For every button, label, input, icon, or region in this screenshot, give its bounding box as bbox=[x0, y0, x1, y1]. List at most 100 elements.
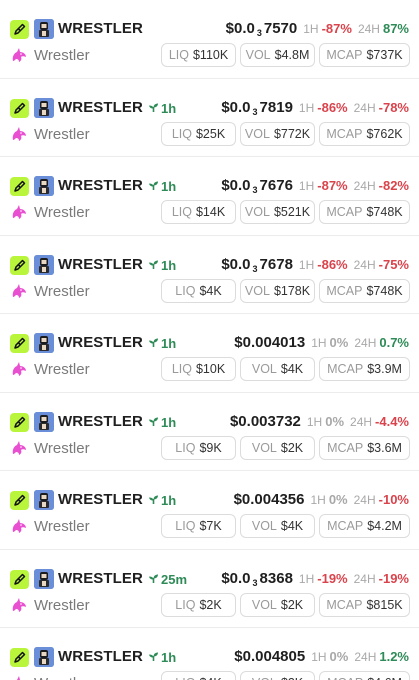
token-subtitle: Wrestler bbox=[34, 596, 90, 614]
liquidity-pill: LIQ $7K bbox=[161, 514, 236, 538]
market-cap-value: $748K bbox=[366, 283, 403, 298]
wrestler-avatar-icon bbox=[34, 254, 54, 275]
h24-change: -10% bbox=[378, 492, 409, 507]
price-stats: $0.004013 1H 0% 24H 0.7% bbox=[234, 334, 409, 352]
pen-nib-icon bbox=[10, 255, 29, 275]
h1-label: 1H bbox=[298, 100, 315, 115]
unicorn-icon bbox=[10, 439, 28, 457]
token-pair-row[interactable]: WRESTLER 1h Wrestler $0.004356 1H 0% 24H… bbox=[0, 471, 419, 550]
token-name: WRESTLER bbox=[58, 255, 143, 273]
token-name: WRESTLER bbox=[58, 648, 143, 665]
price-stats: $0.0 3 7570 1H -87% 24H 87% bbox=[226, 20, 409, 39]
token-subtitle: Wrestler bbox=[34, 47, 90, 64]
volume-pill: VOL $521K bbox=[240, 200, 315, 224]
token-price: $0.0 3 7570 bbox=[225, 20, 298, 38]
liquidity-value: $7K bbox=[199, 519, 222, 533]
wrestler-avatar-icon bbox=[34, 568, 54, 589]
token-pair-row[interactable]: WRESTLER 1h Wrestler $0.004805 1H 0% 24H… bbox=[0, 628, 419, 680]
token-name: WRESTLER bbox=[58, 412, 143, 430]
metric-pills: LIQ $14K VOL $521K MCAP $748K bbox=[161, 200, 410, 224]
market-cap-pill: MCAP$4.6M bbox=[319, 671, 410, 680]
unicorn-icon bbox=[10, 360, 28, 378]
token-name: WRESTLER bbox=[58, 98, 143, 116]
market-cap-value: $4.2M bbox=[367, 519, 402, 533]
volume-pill: VOL $4.8M bbox=[240, 43, 315, 67]
h1-label: 1H bbox=[311, 650, 327, 664]
liquidity-pill: LIQ $110K bbox=[161, 43, 236, 67]
metric-pills: LIQ $9K VOL $2K MCAP $3.6M bbox=[161, 435, 410, 460]
metric-pills: LIQ$4K VOL$2K MCAP$4.6M bbox=[161, 671, 410, 680]
token-price: $0.004356 bbox=[233, 491, 305, 508]
sprout-icon bbox=[148, 258, 159, 274]
sprout-icon bbox=[148, 650, 159, 666]
pen-nib-icon bbox=[10, 334, 29, 353]
liquidity-value: $25K bbox=[195, 126, 226, 141]
h1-label: 1H bbox=[298, 571, 315, 586]
pair-age: 1h bbox=[148, 415, 176, 431]
token-subtitle: Wrestler bbox=[34, 204, 90, 221]
price-stats: $0.003732 1H 0% 24H -4.4% bbox=[230, 413, 409, 431]
price-stats: $0.0 3 7678 1H -86% 24H -75% bbox=[221, 256, 409, 275]
h1-change: -86% bbox=[317, 99, 348, 115]
metric-pills: LIQ $25K VOL $772K MCAP $762K bbox=[161, 121, 410, 146]
volume-pill: VOL $4K bbox=[240, 514, 315, 538]
volume-pill: VOL $4K bbox=[240, 357, 315, 381]
market-cap-value: $3.6M bbox=[367, 440, 402, 455]
token-price: $0.004805 bbox=[234, 648, 306, 665]
token-pair-row[interactable]: WRESTLER 1h Wrestler $0.003732 1H 0% 24H… bbox=[0, 393, 419, 471]
volume-value: $2K bbox=[280, 597, 304, 612]
volume-pill: VOL$2K bbox=[240, 435, 315, 460]
market-cap-pill: MCAP $748K bbox=[319, 200, 410, 224]
token-pair-row[interactable]: WRESTLER 1h Wrestler $0.0 3 7678 1H -86% 2… bbox=[0, 236, 419, 314]
liquidity-value: $110K bbox=[192, 48, 229, 62]
unicorn-icon bbox=[10, 282, 28, 300]
market-cap-value: $815K bbox=[366, 597, 403, 612]
pair-age-label: 1h bbox=[161, 179, 177, 194]
token-pair-row[interactable]: WRESTLER 1h Wrestler $0.004013 1H 0% 24H… bbox=[0, 314, 419, 393]
h24-label: 24H bbox=[353, 493, 376, 507]
market-cap-pill: MCAP $3.9M bbox=[319, 357, 410, 381]
wrestler-avatar-icon bbox=[34, 97, 54, 118]
pair-age: 1h bbox=[148, 101, 176, 117]
market-cap-pill: MCAP $3.6M bbox=[319, 435, 410, 460]
token-subtitle: Wrestler bbox=[34, 282, 90, 300]
token-pair-row[interactable]: WRESTLER 25m Wrestler $0.0 3 8368 1H -19% … bbox=[0, 550, 419, 628]
h24-change: -4.4% bbox=[375, 413, 409, 429]
pen-nib-icon bbox=[10, 177, 29, 196]
token-subtitle: Wrestler bbox=[34, 439, 90, 457]
h1-label: 1H bbox=[303, 22, 319, 36]
wrestler-avatar-icon bbox=[34, 333, 54, 353]
unicorn-icon bbox=[10, 125, 28, 143]
h24-label: 24H bbox=[354, 336, 377, 350]
liquidity-value: $14K bbox=[195, 205, 226, 219]
h24-label: 24H bbox=[353, 100, 376, 115]
liquidity-pill: LIQ $10K bbox=[161, 357, 236, 381]
h1-label: 1H bbox=[311, 336, 327, 350]
h24-change: -78% bbox=[378, 99, 409, 115]
h1-change: -86% bbox=[317, 256, 348, 272]
token-price: $0.0 3 7676 bbox=[221, 177, 293, 195]
metric-pills: LIQ $7K VOL $4K MCAP $4.2M bbox=[161, 514, 410, 538]
liquidity-value: $4K bbox=[199, 676, 221, 680]
token-pair-row[interactable]: WRESTLER Wrestler $0.0 3 7570 1H -87% 24H … bbox=[0, 0, 419, 79]
unicorn-icon bbox=[10, 674, 28, 680]
token-pair-row[interactable]: WRESTLER 1h Wrestler $0.0 3 7676 1H -87% 2… bbox=[0, 157, 419, 236]
market-cap-value: $748K bbox=[366, 205, 403, 219]
token-subtitle: Wrestler bbox=[34, 518, 90, 535]
liquidity-value: $2K bbox=[199, 597, 222, 612]
volume-pill: VOL $772K bbox=[240, 121, 315, 146]
pair-age-label: 1h bbox=[161, 650, 177, 665]
token-name: WRESTLER bbox=[58, 20, 143, 37]
pair-age-label: 1h bbox=[161, 414, 177, 430]
pen-nib-icon bbox=[10, 569, 29, 589]
token-pair-row[interactable]: WRESTLER 1h Wrestler $0.0 3 7819 1H -86% 2… bbox=[0, 79, 419, 157]
pair-age-label: 1h bbox=[161, 493, 177, 508]
h24-change: 0.7% bbox=[379, 335, 409, 350]
token-price: $0.0 3 7678 bbox=[221, 255, 293, 274]
volume-value: $521K bbox=[273, 205, 311, 219]
pair-age: 1h bbox=[148, 258, 176, 274]
price-stats: $0.0 3 8368 1H -19% 24H -19% bbox=[221, 570, 409, 589]
h1-label: 1H bbox=[298, 179, 315, 193]
sprout-icon bbox=[148, 493, 159, 509]
token-subtitle: Wrestler bbox=[34, 361, 90, 378]
